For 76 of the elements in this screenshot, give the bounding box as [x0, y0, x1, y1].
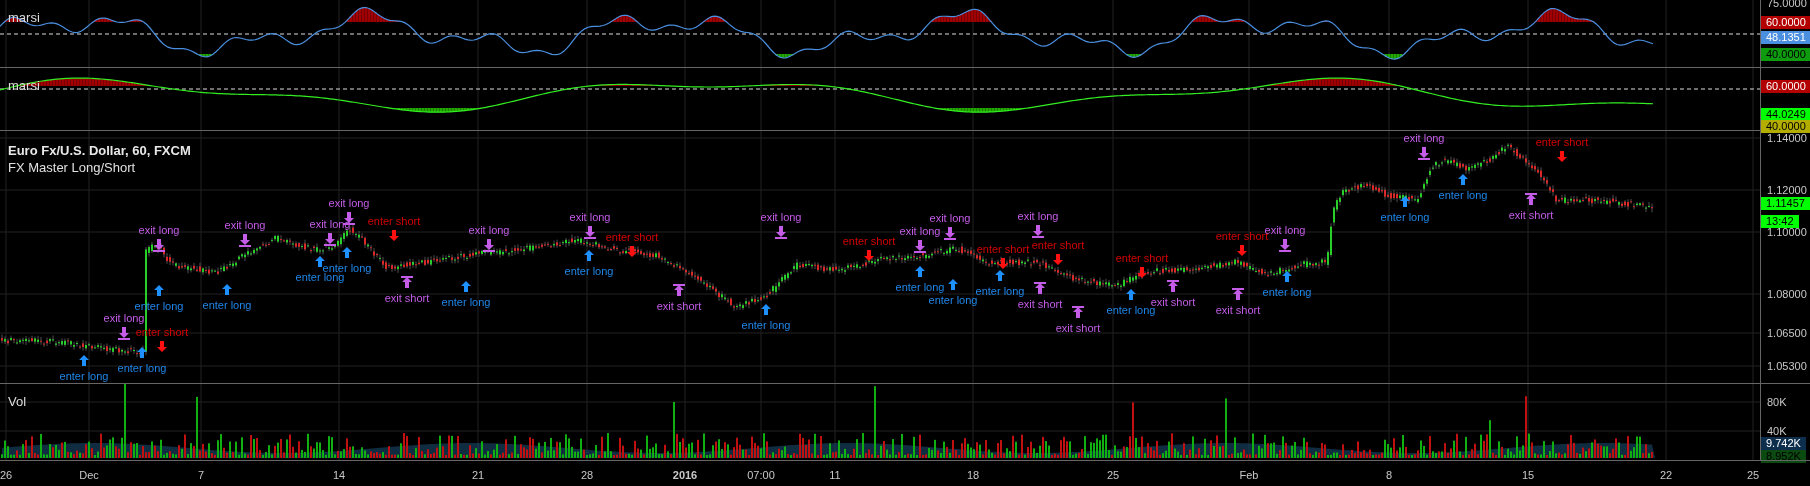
- signal-label: enter long: [928, 294, 978, 306]
- signal-label: enter long: [441, 296, 491, 308]
- signal-label: exit short: [656, 300, 702, 312]
- time-axis-label: 11: [829, 468, 841, 483]
- axis-label: 40K: [1766, 425, 1787, 438]
- signal-label: enter long: [564, 265, 614, 277]
- chart-title: Euro Fx/U.S. Dollar, 60, FXCM: [8, 142, 191, 160]
- signal-label: enter long: [1380, 211, 1430, 223]
- signal-label: enter short: [976, 243, 1030, 255]
- signal-label: exit long: [569, 211, 611, 223]
- study-title: FX Master Long/Short: [8, 159, 136, 177]
- signal-label: exit long: [1017, 210, 1059, 222]
- time-axis-label: 15: [1521, 468, 1535, 483]
- signal-label: exit long: [224, 219, 266, 231]
- time-axis-label: 21: [471, 468, 485, 483]
- axis-label: 1.10000: [1766, 226, 1807, 239]
- signal-label: exit long: [899, 225, 941, 237]
- signal-label: enter short: [605, 231, 659, 243]
- signal-label: enter long: [1438, 189, 1488, 201]
- signal-label: exit long: [138, 224, 180, 236]
- signal-label: enter short: [1031, 239, 1085, 251]
- signal-label: enter short: [367, 215, 421, 227]
- axis-value-badge: 40.0000: [1761, 48, 1810, 61]
- signal-label: enter short: [1115, 252, 1169, 264]
- axis-value-badge: 48.1351: [1761, 31, 1810, 44]
- axis-label: 1.06500: [1766, 327, 1807, 340]
- signal-label: enter long: [1262, 286, 1312, 298]
- axis-value-badge: 40.0000: [1761, 120, 1810, 133]
- axis-value-badge: 60.0000: [1761, 16, 1810, 29]
- signal-label: enter long: [975, 285, 1025, 297]
- signal-label: exit short: [1215, 304, 1261, 316]
- signal-label: enter short: [842, 235, 896, 247]
- axis-value-badge: 60.0000: [1761, 80, 1810, 93]
- axis-value-badge: 13:42: [1761, 215, 1799, 228]
- time-axis-label: 22: [1659, 468, 1673, 483]
- time-axis-label: 7: [197, 468, 205, 483]
- signal-label: enter long: [322, 262, 372, 274]
- time-axis-label: 28: [580, 468, 594, 483]
- time-axis-label: 8: [1385, 468, 1393, 483]
- time-axis-label: 26: [0, 468, 13, 483]
- signal-label: enter short: [1535, 136, 1589, 148]
- axis-value-badge: 9.742K: [1761, 437, 1806, 450]
- signal-label: exit long: [760, 211, 802, 223]
- axis-label: 1.14000: [1766, 132, 1807, 145]
- time-axis-label: 07:00: [747, 468, 775, 483]
- signal-label: exit long: [328, 197, 370, 209]
- signal-label: enter long: [117, 362, 167, 374]
- time-axis-label: 18: [966, 468, 980, 483]
- signal-label: exit long: [1403, 132, 1445, 144]
- signal-label: exit short: [1508, 209, 1554, 221]
- signal-label: exit long: [103, 312, 145, 324]
- indicator-title: marsi: [8, 9, 40, 27]
- axis-value-badge: 1.11457: [1761, 197, 1810, 210]
- signal-label: exit long: [468, 224, 510, 236]
- time-axis-label: 25: [1746, 468, 1760, 483]
- volume-title: Vol: [8, 393, 27, 411]
- signal-label: enter long: [895, 281, 945, 293]
- signal-label: enter long: [59, 370, 109, 382]
- signal-label: enter long: [295, 271, 345, 283]
- signal-label: exit short: [384, 292, 430, 304]
- signal-label: enter long: [202, 299, 252, 311]
- time-axis-label: 25: [1106, 468, 1120, 483]
- axis-label: 1.05300: [1766, 360, 1807, 373]
- signal-label: exit short: [1017, 298, 1063, 310]
- time-axis-label: Dec: [79, 468, 99, 483]
- axis-label: 1.12000: [1766, 184, 1807, 197]
- time-axis-label: 2016: [672, 468, 698, 483]
- axis-label: 75.0000: [1766, 0, 1807, 10]
- time-axis-label: 14: [332, 468, 346, 483]
- axis-label: 80K: [1766, 396, 1787, 409]
- time-axis-label: Feb: [1239, 468, 1259, 483]
- axis-label: 1.08000: [1766, 288, 1807, 301]
- signal-label: enter long: [741, 319, 791, 331]
- signal-label: exit short: [1150, 296, 1196, 308]
- signal-label: exit long: [929, 212, 971, 224]
- signal-label: exit short: [1055, 322, 1101, 334]
